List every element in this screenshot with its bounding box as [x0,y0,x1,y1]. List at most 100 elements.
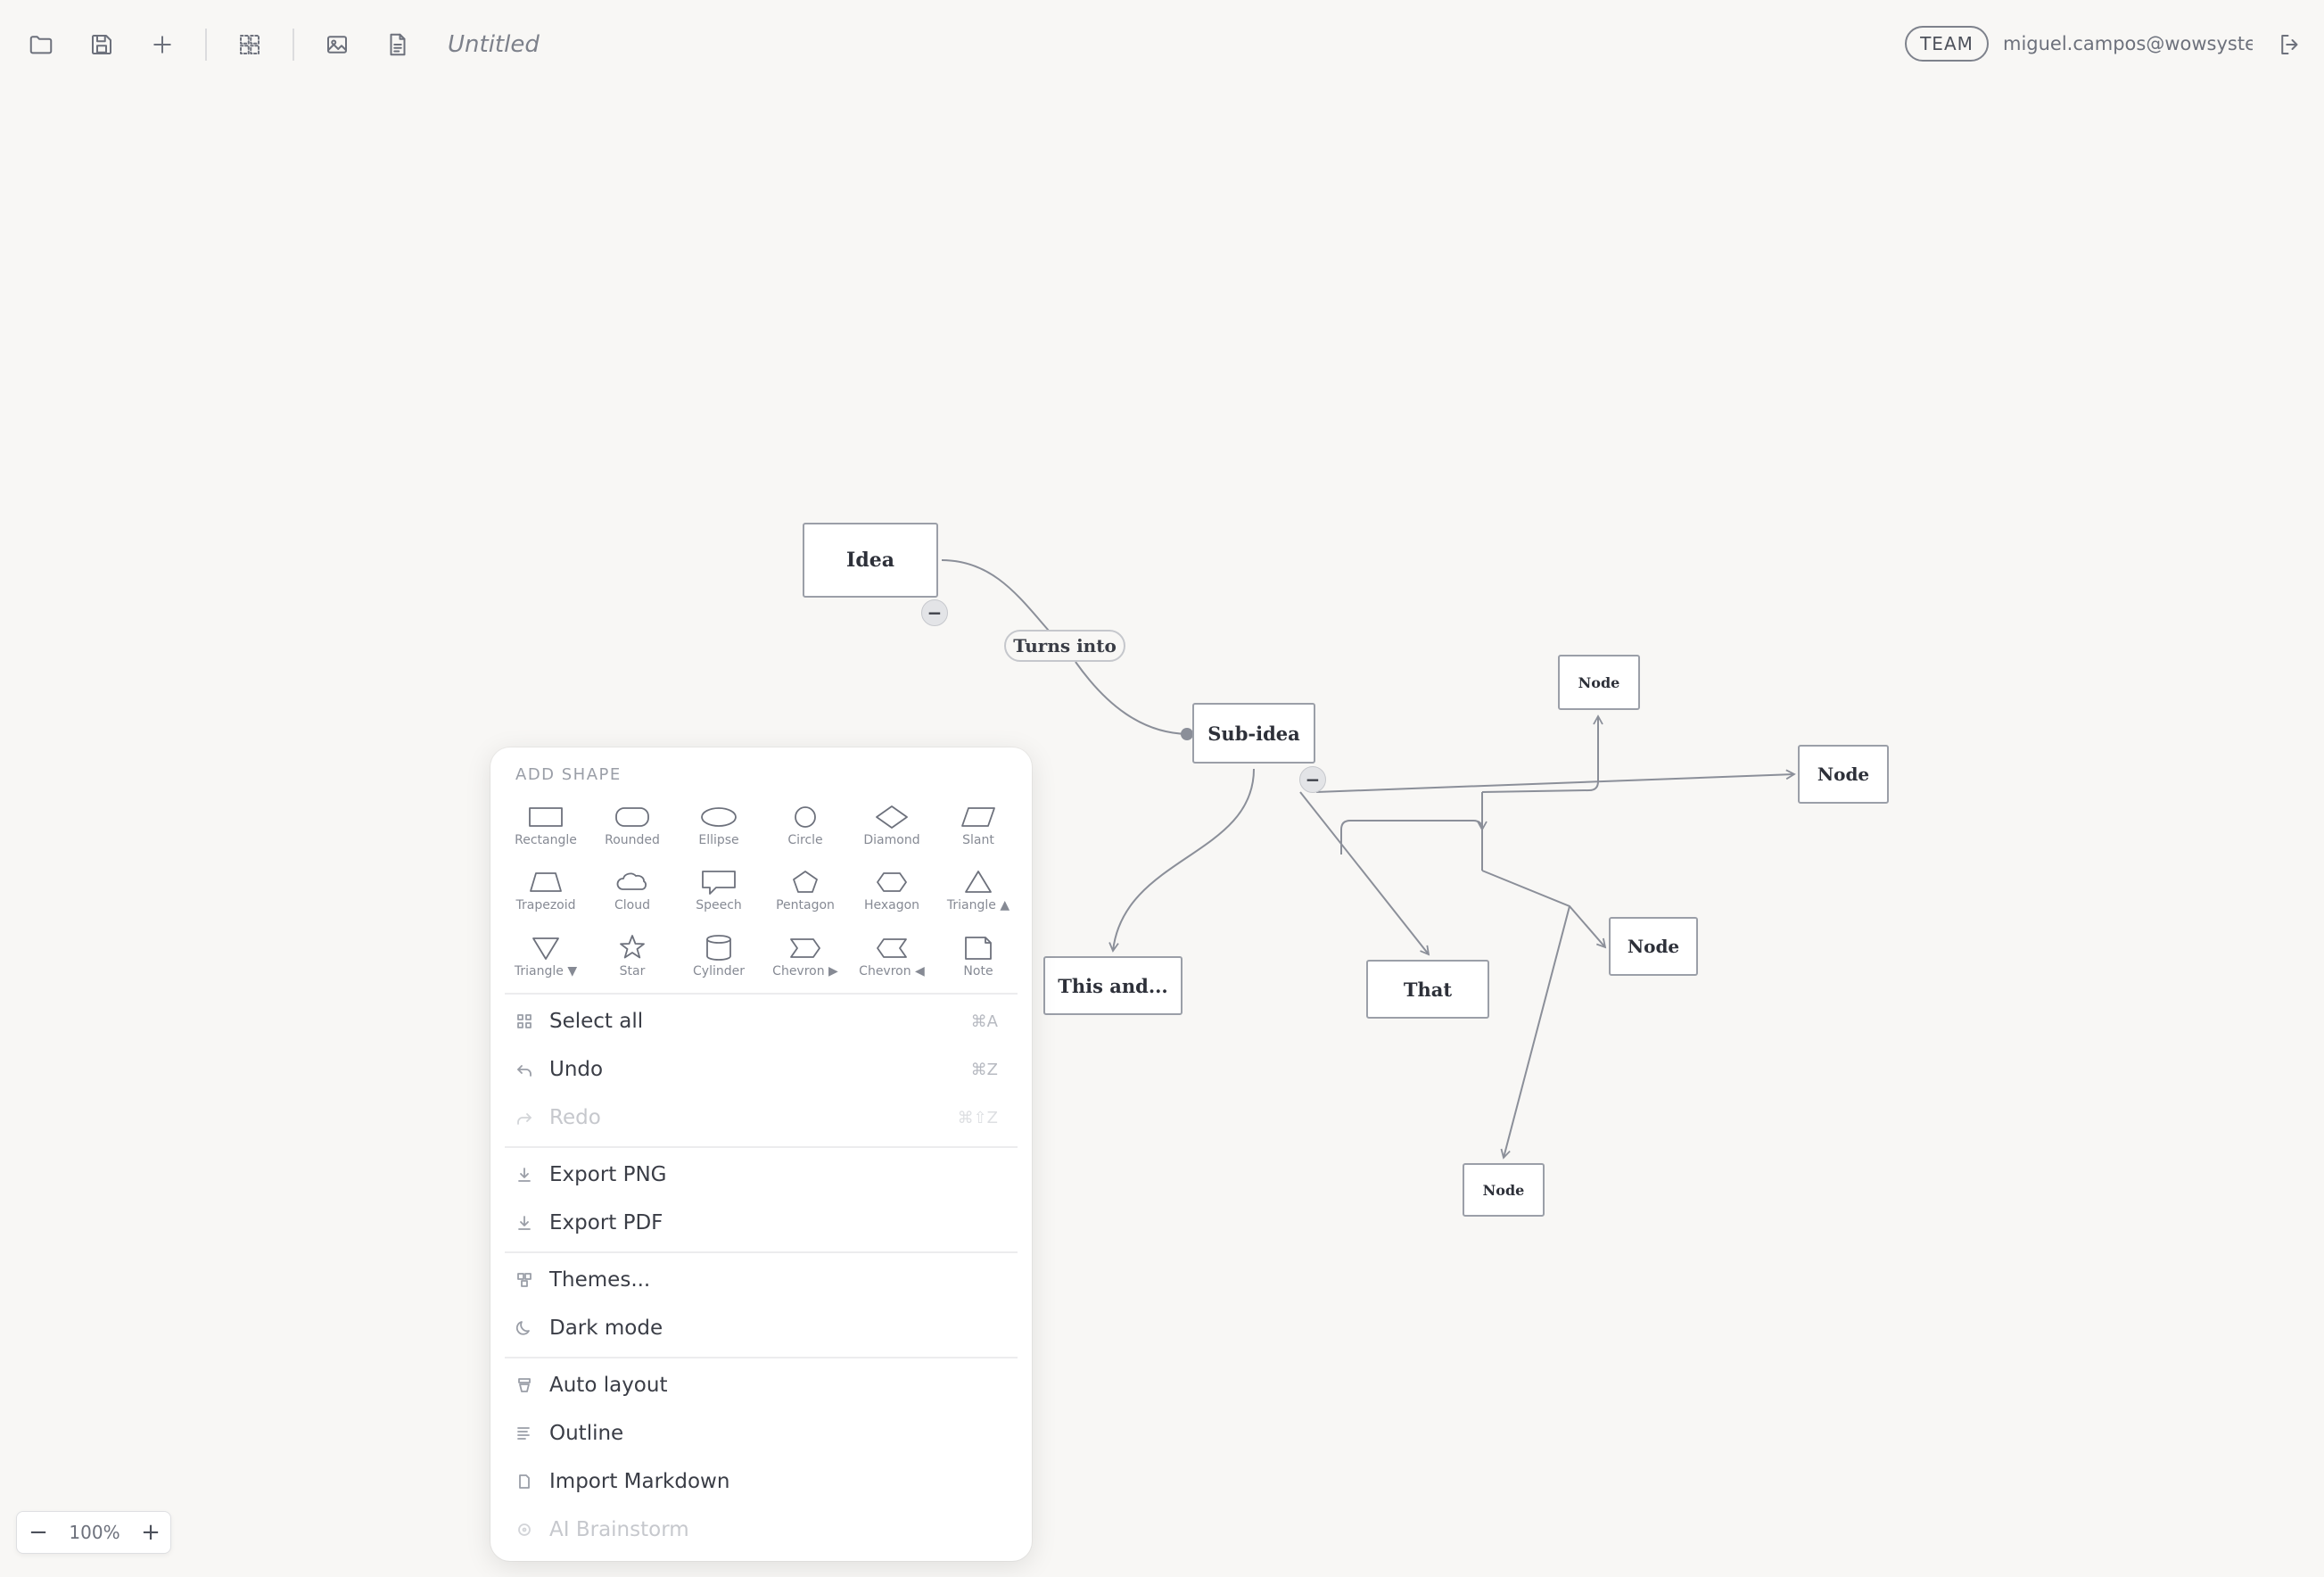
menu-item-label: Import Markdown [549,1470,730,1493]
shape-label: Trapezoid [515,898,576,912]
menu-item-label: Auto layout [549,1374,668,1397]
menu-item-shortcut: ⌘Z [970,1060,998,1079]
menu-item-import-markdown[interactable]: Import Markdown [501,1459,1021,1504]
triangle-down-icon [532,937,559,960]
download-icon [514,1212,535,1234]
menu-item-label: Themes... [549,1268,651,1292]
connector-to-node-bottom [1500,905,1570,1160]
node-right[interactable]: Node [1798,745,1889,804]
download-icon [514,1164,535,1185]
circle-icon [795,806,816,828]
outline-icon [514,1423,535,1444]
menu-item-auto-layout[interactable]: Auto layout [501,1363,1021,1408]
menu-item-label: Undo [549,1058,604,1081]
shape-label: Star [619,964,646,978]
connector-to-node-top [1481,714,1603,793]
shape-label: Chevron ◀ [859,964,925,978]
menu-item-label: Dark mode [549,1317,663,1340]
star-icon [620,935,645,959]
menu-item-select-all[interactable]: Select all ⌘A [501,999,1021,1044]
ellipse-icon [701,807,737,827]
connector-to-this-and [1108,768,1255,953]
zoom-in-button[interactable]: + [129,1512,172,1553]
node-top[interactable]: Node [1558,655,1640,710]
shape-cloud[interactable]: Cloud [593,866,672,929]
shape-speech[interactable]: Speech [680,866,758,929]
zoom-control: − 100% + [16,1511,171,1554]
triangle-up-icon [965,871,992,893]
note-icon [965,937,992,960]
shape-chevron-right[interactable]: Chevron ▶ [766,932,845,995]
cylinder-icon [706,935,731,961]
shape-note[interactable]: Note [939,932,1018,995]
connector-to-node-right [1315,769,1796,793]
menu-item-label: Export PDF [549,1211,663,1234]
shape-triangle-up[interactable]: Triangle ▲ [939,866,1018,929]
connector-orthogonal [1340,792,1482,871]
auto-layout-icon [514,1375,535,1396]
shape-label: Slant [962,833,994,847]
node-idea[interactable]: Idea [803,523,938,598]
rectangle-icon [529,807,563,827]
zoom-out-button[interactable]: − [17,1512,60,1553]
shape-cylinder[interactable]: Cylinder [680,932,758,995]
menu-item-outline[interactable]: Outline [501,1411,1021,1456]
shape-chevron-left[interactable]: Chevron ◀ [853,932,931,995]
shape-ellipse[interactable]: Ellipse [680,801,758,863]
shape-hexagon[interactable]: Hexagon [853,866,931,929]
mindmap-canvas[interactable]: Idea − Turns into Sub-idea − This and...… [0,0,2324,1577]
menu-item-label: Select all [549,1010,644,1033]
connector-idea-subidea [1075,661,1189,735]
menu-divider [505,1357,1018,1358]
shape-rounded[interactable]: Rounded [593,801,672,863]
menu-divider [505,1146,1018,1148]
file-icon [514,1471,535,1492]
ai-sparkle-icon [514,1519,535,1540]
shape-label: Cylinder [693,964,745,978]
shape-label: Ellipse [698,833,739,847]
shape-diamond[interactable]: Diamond [853,801,931,863]
collapse-button-idea[interactable]: − [921,599,948,626]
connector-to-node-mid [1481,870,1607,949]
cloud-icon [616,872,647,890]
menu-item-undo[interactable]: Undo ⌘Z [501,1047,1021,1092]
connection-handle[interactable] [1181,728,1193,740]
edge-label-turns-into[interactable]: Turns into [1004,630,1125,662]
menu-item-themes[interactable]: Themes... [501,1258,1021,1302]
speech-bubble-icon [702,871,736,895]
undo-icon [514,1059,535,1080]
menu-item-redo[interactable]: Redo ⌘⇧Z [501,1095,1021,1140]
menu-item-ai-brainstorm[interactable]: AI Brainstorm [501,1507,1021,1552]
node-this-and[interactable]: This and... [1043,956,1183,1015]
shape-slant[interactable]: Slant [939,801,1018,863]
shape-trapezoid[interactable]: Trapezoid [507,866,585,929]
shape-label: Circle [787,833,823,847]
menu-item-export-pdf[interactable]: Export PDF [501,1201,1021,1245]
shape-star[interactable]: Star [593,932,672,995]
menu-item-dark-mode[interactable]: Dark mode [501,1306,1021,1350]
shape-pentagon[interactable]: Pentagon [766,866,845,929]
node-sub-idea[interactable]: Sub-idea [1192,703,1315,764]
shape-label: Rectangle [515,833,577,847]
shape-label: Triangle ▲ [946,898,1010,912]
shape-circle[interactable]: Circle [766,801,845,863]
menu-item-label: Export PNG [549,1163,667,1186]
context-menu: ADD SHAPE Rectangle Rounded Ellipse Circ… [490,747,1032,1561]
pentagon-icon [793,871,818,893]
redo-icon [514,1107,535,1128]
node-bottom[interactable]: Node [1463,1163,1545,1217]
menu-divider [505,993,1018,995]
connector-to-that [1299,791,1430,956]
node-that[interactable]: That [1366,960,1489,1019]
rounded-rectangle-icon [615,807,649,827]
shape-triangle-down[interactable]: Triangle ▼ [507,932,585,995]
menu-item-export-png[interactable]: Export PNG [501,1152,1021,1197]
zoom-level[interactable]: 100% [60,1512,129,1553]
menu-item-shortcut: ⌘A [970,1011,998,1031]
themes-icon [514,1269,535,1291]
shape-label: Speech [696,898,742,912]
shape-rectangle[interactable]: Rectangle [507,801,585,863]
node-mid[interactable]: Node [1609,917,1698,976]
menu-divider [505,1251,1018,1253]
collapse-button-sub-idea[interactable]: − [1299,766,1326,793]
